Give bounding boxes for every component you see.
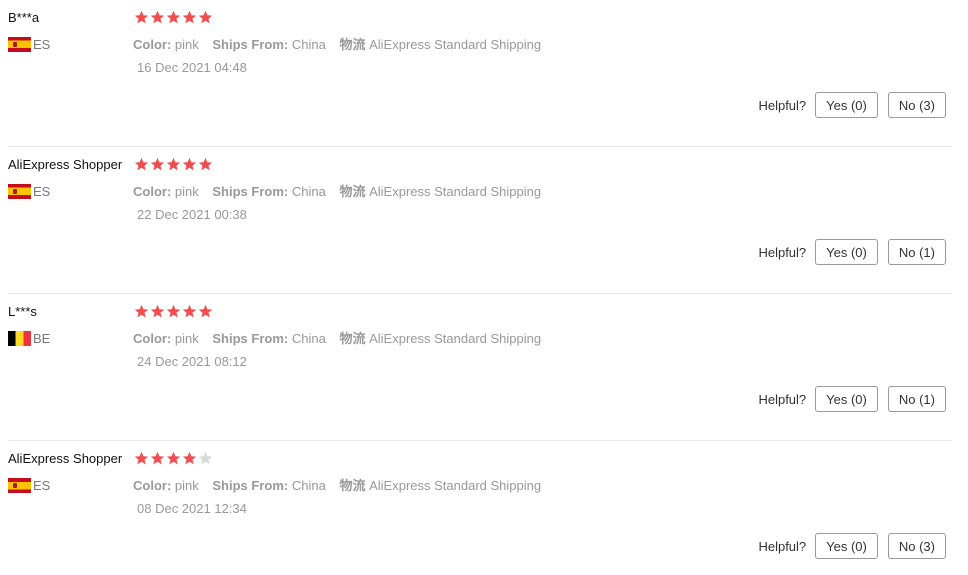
star-filled-icon (166, 304, 181, 319)
star-rating (134, 304, 213, 319)
review-item: B***a ES Color: pink Ships From: China 物… (8, 0, 952, 147)
helpful-label: Helpful? (758, 97, 807, 113)
country-code: ES (33, 184, 51, 199)
star-rating (134, 10, 213, 25)
review-date: 24 Dec 2021 08:12 (137, 354, 247, 369)
helpful-no-button[interactable]: No (1) (887, 386, 946, 412)
helpful-vote: Helpful? Yes (0) No (1) (758, 386, 946, 412)
color-key: Color: (133, 184, 172, 199)
ships-from-key: Ships From: (212, 184, 289, 199)
star-filled-icon (134, 157, 149, 172)
spain-flag-icon (8, 184, 31, 199)
star-filled-icon (166, 157, 181, 172)
ships-from-value: China (291, 478, 326, 493)
logistics-key: 物流 (339, 37, 366, 52)
star-filled-icon (150, 157, 165, 172)
helpful-yes-button[interactable]: Yes (0) (815, 92, 878, 118)
ships-from-key: Ships From: (212, 37, 289, 52)
spain-flag-icon (8, 37, 31, 52)
reviewer-country: ES (8, 37, 50, 52)
helpful-label: Helpful? (758, 244, 807, 260)
reviewer-country: ES (8, 478, 50, 493)
review-item: AliExpress Shopper ES Color: pink Ships … (8, 147, 952, 294)
logistics-key: 物流 (339, 331, 366, 346)
logistics-value: AliExpress Standard Shipping (369, 331, 542, 346)
ships-from-value: China (291, 331, 326, 346)
order-info: Color: pink Ships From: China 物流 AliExpr… (133, 328, 541, 347)
color-key: Color: (133, 37, 172, 52)
star-filled-icon (166, 451, 181, 466)
star-filled-icon (182, 451, 197, 466)
star-filled-icon (166, 10, 181, 25)
star-filled-icon (150, 304, 165, 319)
helpful-vote: Helpful? Yes (0) No (3) (758, 92, 946, 118)
order-info: Color: pink Ships From: China 物流 AliExpr… (133, 34, 541, 53)
star-empty-icon (198, 451, 213, 466)
ships-from-key: Ships From: (212, 331, 289, 346)
helpful-yes-button[interactable]: Yes (0) (815, 386, 878, 412)
helpful-yes-button[interactable]: Yes (0) (815, 239, 878, 265)
reviewer-country: BE (8, 331, 50, 346)
review-date: 08 Dec 2021 12:34 (137, 501, 247, 516)
helpful-label: Helpful? (758, 391, 807, 407)
reviewer-country: ES (8, 184, 50, 199)
review-item: L***s BE Color: pink Ships From: China 物… (8, 294, 952, 441)
logistics-key: 物流 (339, 478, 366, 493)
ships-from-value: China (291, 37, 326, 52)
star-filled-icon (182, 157, 197, 172)
star-rating (134, 157, 213, 172)
helpful-no-button[interactable]: No (3) (887, 533, 946, 559)
reviewer-name: AliExpress Shopper (8, 157, 123, 172)
color-value: pink (174, 184, 199, 199)
spain-flag-icon (8, 478, 31, 493)
star-filled-icon (134, 451, 149, 466)
review-date: 16 Dec 2021 04:48 (137, 60, 247, 75)
logistics-value: AliExpress Standard Shipping (369, 478, 542, 493)
star-filled-icon (134, 304, 149, 319)
star-filled-icon (182, 10, 197, 25)
helpful-vote: Helpful? Yes (0) No (1) (758, 239, 946, 265)
reviewer-name: AliExpress Shopper (8, 451, 123, 466)
color-key: Color: (133, 478, 172, 493)
review-item: AliExpress Shopper ES Color: pink Ships … (8, 441, 952, 575)
review-list: B***a ES Color: pink Ships From: China 物… (8, 0, 952, 575)
country-code: BE (33, 331, 51, 346)
star-filled-icon (134, 10, 149, 25)
color-key: Color: (133, 331, 172, 346)
color-value: pink (174, 331, 199, 346)
star-filled-icon (198, 304, 213, 319)
country-code: ES (33, 478, 51, 493)
color-value: pink (174, 478, 199, 493)
star-filled-icon (182, 304, 197, 319)
belgium-flag-icon (8, 331, 31, 346)
ships-from-value: China (291, 184, 326, 199)
star-filled-icon (198, 10, 213, 25)
star-rating (134, 451, 213, 466)
reviewer-name: L***s (8, 304, 37, 319)
star-filled-icon (150, 451, 165, 466)
country-code: ES (33, 37, 51, 52)
color-value: pink (174, 37, 199, 52)
ships-from-key: Ships From: (212, 478, 289, 493)
helpful-label: Helpful? (758, 538, 807, 554)
helpful-vote: Helpful? Yes (0) No (3) (758, 533, 946, 559)
helpful-no-button[interactable]: No (1) (887, 239, 946, 265)
helpful-yes-button[interactable]: Yes (0) (815, 533, 878, 559)
star-filled-icon (198, 157, 213, 172)
star-filled-icon (150, 10, 165, 25)
order-info: Color: pink Ships From: China 物流 AliExpr… (133, 475, 541, 494)
reviewer-name: B***a (8, 10, 40, 25)
order-info: Color: pink Ships From: China 物流 AliExpr… (133, 181, 541, 200)
logistics-value: AliExpress Standard Shipping (369, 184, 542, 199)
review-date: 22 Dec 2021 00:38 (137, 207, 247, 222)
logistics-key: 物流 (339, 184, 366, 199)
logistics-value: AliExpress Standard Shipping (369, 37, 542, 52)
helpful-no-button[interactable]: No (3) (887, 92, 946, 118)
